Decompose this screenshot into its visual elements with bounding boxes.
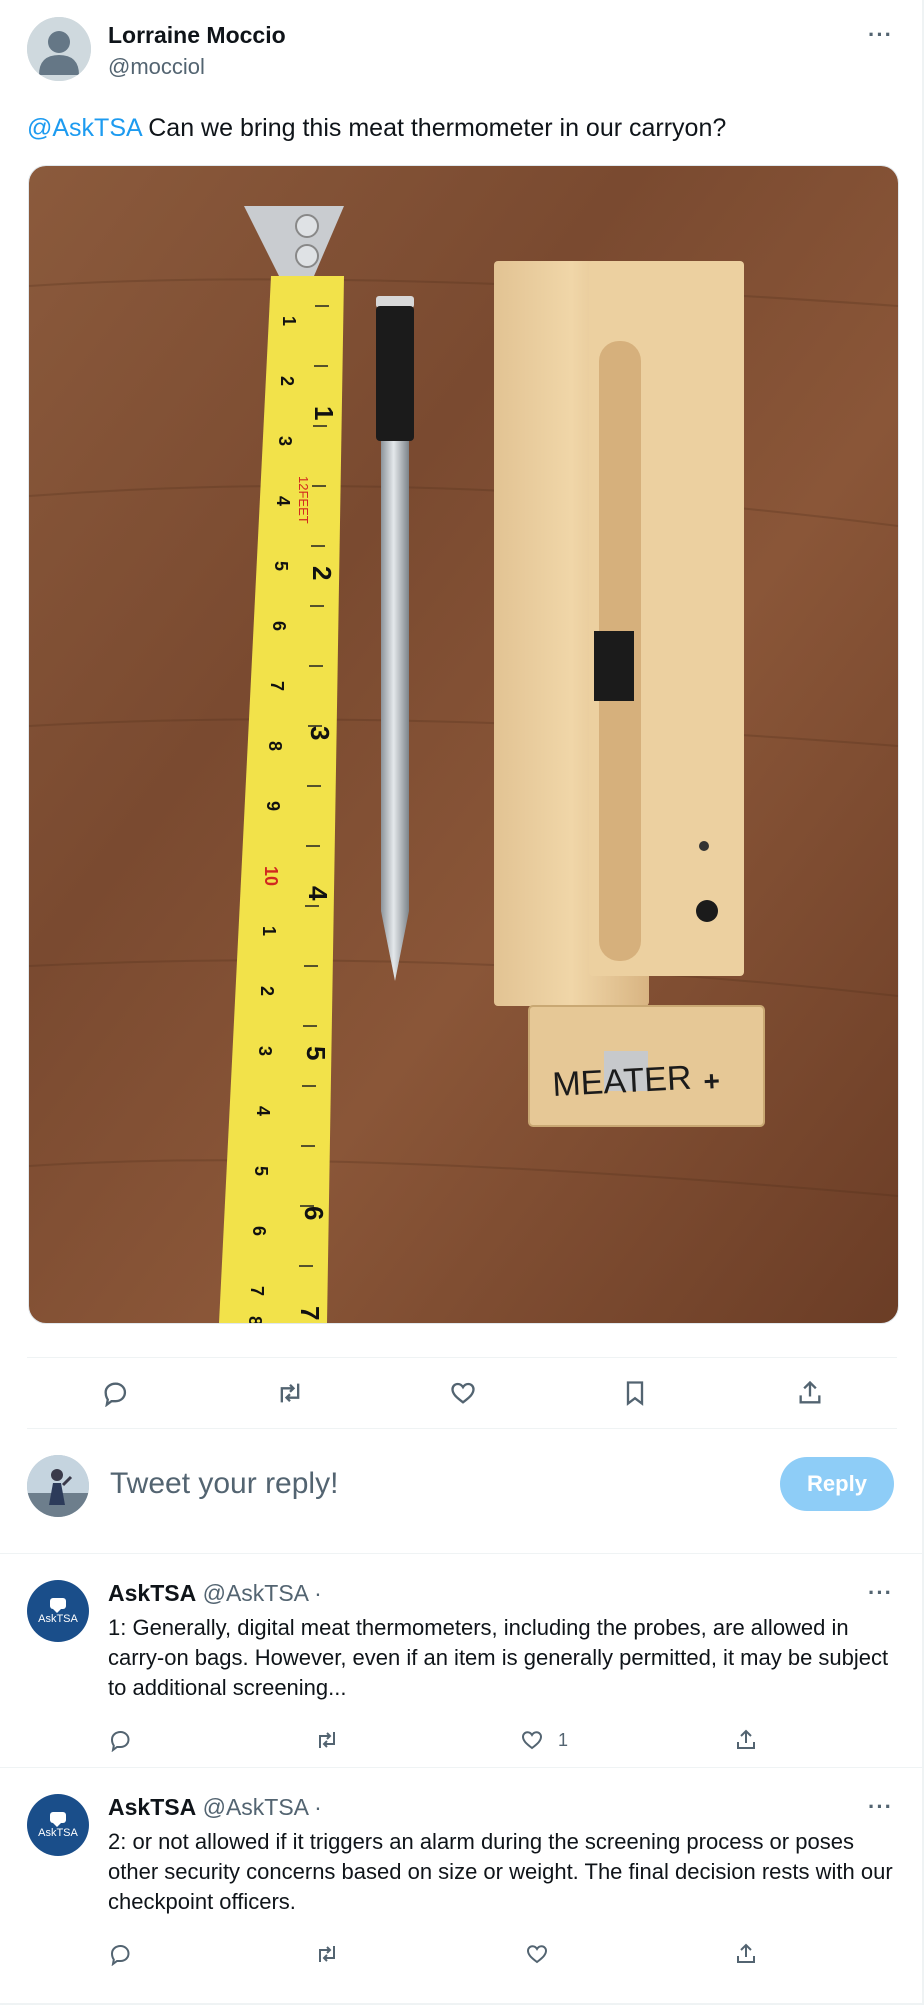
reply-input[interactable]: Tweet your reply! [110, 1467, 338, 1501]
tape-label: 3 [275, 436, 295, 446]
tape-label: 9 [263, 801, 283, 811]
asktsa-avatar[interactable]: AskTSA [27, 1794, 89, 1856]
retweet-icon[interactable] [315, 1942, 339, 1966]
retweet-icon[interactable] [270, 1373, 310, 1413]
tape-big-label: 6 [299, 1206, 329, 1220]
divider [27, 1357, 897, 1358]
thermometer-photo: 2 3 4 5 6 7 8 9 10 1 2 3 4 5 6 7 1 8 1 2… [29, 166, 898, 1323]
chat-bubble-icon [50, 1811, 66, 1827]
tape-big-label: 5 [301, 1046, 331, 1060]
tape-label: 5 [251, 1166, 271, 1176]
like-count: 1 [558, 1729, 569, 1750]
reply-icon[interactable] [108, 1728, 132, 1752]
tape-label: 4 [273, 496, 293, 506]
divider [27, 1428, 897, 1429]
like-icon [521, 1731, 543, 1750]
tape-big-label: 1 [309, 406, 339, 420]
chat-bubble-icon [50, 1597, 66, 1613]
tape-label: 4 [253, 1106, 273, 1116]
tape-label: 1 [279, 316, 299, 326]
author-avatar[interactable] [27, 17, 91, 81]
user-photo-icon [27, 1455, 89, 1517]
reply-header: AskTSA @AskTSA · [108, 1794, 322, 1821]
tape-label: 8 [245, 1316, 265, 1323]
reply-author-handle[interactable]: @AskTSA · [203, 1580, 322, 1606]
reply-icon[interactable] [95, 1373, 135, 1413]
retweet-icon[interactable] [315, 1728, 339, 1752]
avatar-label: AskTSA [38, 1826, 78, 1839]
more-options-icon[interactable]: ··· [868, 22, 893, 48]
default-avatar-icon [27, 17, 91, 81]
divider [0, 1553, 922, 1554]
tape-label: 7 [247, 1286, 267, 1296]
tweet-photo[interactable]: 2 3 4 5 6 7 8 9 10 1 2 3 4 5 6 7 1 8 1 2… [28, 165, 899, 1324]
tape-label: 2 [277, 376, 297, 386]
tape-big-label: 7 [295, 1306, 325, 1320]
brand-plus: + [703, 1065, 721, 1097]
reply-icon[interactable] [108, 1942, 132, 1966]
tape-label: 3 [255, 1046, 275, 1056]
author-name[interactable]: Lorraine Moccio [108, 22, 286, 49]
tape-label: 7 [267, 681, 287, 691]
tweet-text: @AskTSA Can we bring this meat thermomet… [27, 112, 726, 144]
author-handle[interactable]: @mocciol [108, 54, 205, 80]
reply-author-name[interactable]: AskTSA [108, 1794, 196, 1820]
current-user-avatar[interactable] [27, 1455, 89, 1517]
reply-header: AskTSA @AskTSA · [108, 1580, 322, 1607]
tape-label: 5 [271, 561, 291, 571]
tape-big-label: 2 [307, 566, 337, 580]
brand-label: MEATER [551, 1059, 692, 1104]
more-options-icon[interactable]: ··· [868, 1794, 893, 1820]
share-icon[interactable] [734, 1942, 758, 1966]
more-options-icon[interactable]: ··· [868, 1580, 893, 1606]
share-icon[interactable] [734, 1728, 758, 1752]
tape-label: 10 [261, 866, 281, 886]
mention-link[interactable]: @AskTSA [27, 114, 141, 142]
tape-label: 8 [265, 741, 285, 751]
tape-big-label: 4 [303, 886, 333, 901]
tape-label: 6 [269, 621, 289, 631]
divider [0, 1767, 922, 1768]
tweet-body: Can we bring this meat thermometer in ou… [141, 114, 727, 142]
thermometer-probe [376, 296, 414, 981]
avatar-label: AskTSA [38, 1612, 78, 1625]
reply-text: 1: Generally, digital meat thermometers,… [108, 1615, 889, 1700]
share-icon[interactable] [790, 1373, 830, 1413]
reply-text: 2: or not allowed if it triggers an alar… [108, 1829, 893, 1914]
reply-button[interactable]: Reply [780, 1457, 894, 1511]
bookmark-icon[interactable] [615, 1373, 655, 1413]
tape-side-label: 12FEET [296, 476, 311, 524]
like-icon[interactable] [443, 1373, 483, 1413]
tape-label: 1 [259, 926, 279, 936]
tape-label: 2 [257, 986, 277, 996]
reply-author-handle[interactable]: @AskTSA · [203, 1794, 322, 1820]
reply-author-name[interactable]: AskTSA [108, 1580, 196, 1606]
tape-big-label: 3 [305, 726, 335, 740]
asktsa-avatar[interactable]: AskTSA [27, 1580, 89, 1642]
like-icon[interactable] [525, 1942, 549, 1966]
like-button[interactable]: 1 [520, 1728, 568, 1752]
tape-label: 6 [249, 1226, 269, 1236]
